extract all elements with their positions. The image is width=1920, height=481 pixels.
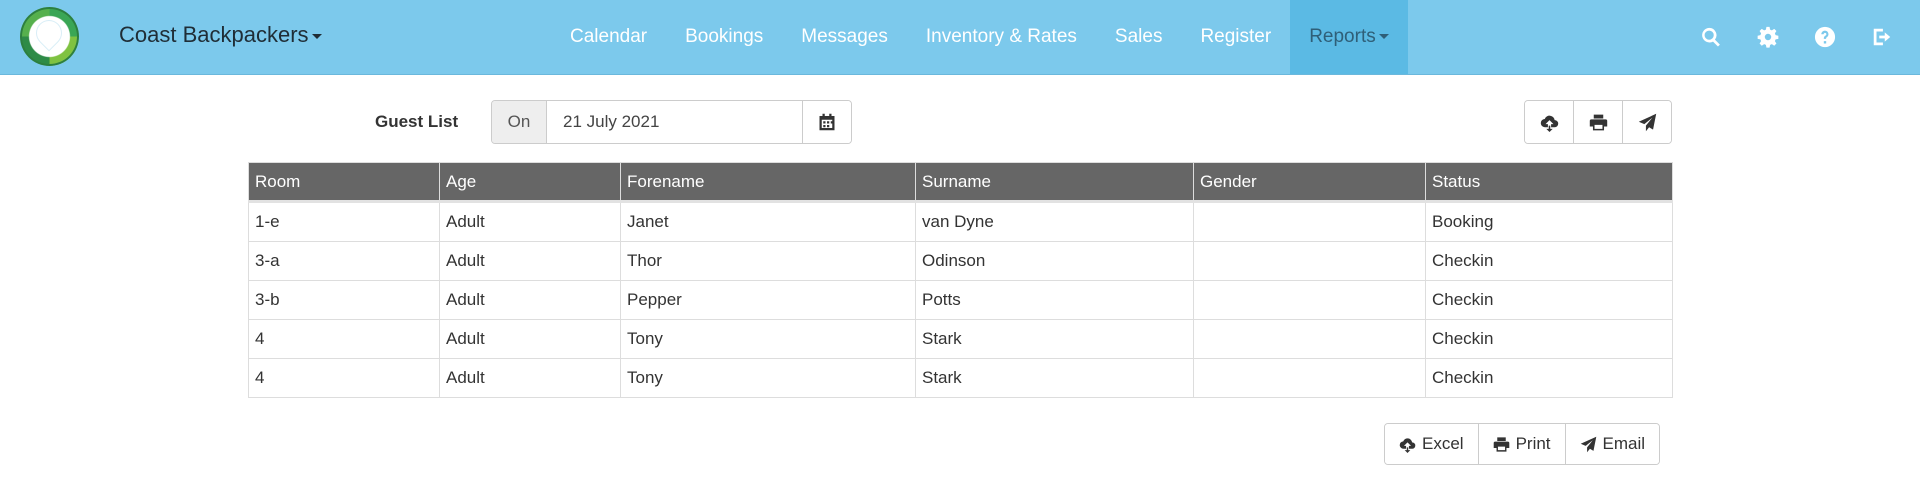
column-header-status[interactable]: Status bbox=[1425, 162, 1673, 202]
cloud-download-icon bbox=[1540, 115, 1558, 132]
cell-age: Adult bbox=[439, 319, 621, 359]
cell-forename: Pepper bbox=[620, 280, 916, 320]
cloud-download-icon bbox=[1399, 437, 1416, 453]
cell-status: Checkin bbox=[1425, 319, 1673, 359]
table-row[interactable]: 3-a Adult Thor Odinson Checkin bbox=[248, 241, 1673, 281]
quick-export-group bbox=[1524, 100, 1672, 144]
nav-reports[interactable]: Reports bbox=[1290, 0, 1408, 74]
excel-button-label: Excel bbox=[1422, 434, 1464, 453]
property-switcher[interactable]: Coast Backpackers bbox=[119, 22, 322, 48]
excel-button[interactable]: Excel bbox=[1385, 424, 1479, 464]
cell-forename: Tony bbox=[620, 319, 916, 359]
date-picker: On bbox=[491, 100, 852, 144]
logout-button[interactable] bbox=[1853, 0, 1910, 74]
print-icon bbox=[1589, 114, 1607, 130]
nav-bookings[interactable]: Bookings bbox=[666, 0, 782, 74]
nav-reports-label: Reports bbox=[1309, 26, 1376, 47]
table-header-row: Room Age Forename Surname Gender Status bbox=[248, 162, 1673, 202]
cell-surname: van Dyne bbox=[915, 200, 1194, 242]
brand-name: Coast Backpackers bbox=[119, 22, 309, 47]
report-toolbar: Guest List On bbox=[0, 100, 1920, 144]
search-icon bbox=[1701, 27, 1720, 47]
cell-age: Adult bbox=[439, 280, 621, 320]
column-header-forename[interactable]: Forename bbox=[620, 162, 916, 202]
quick-email-button[interactable] bbox=[1623, 101, 1671, 143]
cell-room: 4 bbox=[248, 319, 440, 359]
help-button[interactable] bbox=[1796, 0, 1853, 74]
guest-list-table: Room Age Forename Surname Gender Status … bbox=[248, 162, 1673, 398]
calendar-icon bbox=[819, 113, 835, 131]
cell-surname: Odinson bbox=[915, 241, 1194, 281]
cell-status: Checkin bbox=[1425, 358, 1673, 398]
cell-room: 1-e bbox=[248, 200, 440, 242]
cell-surname: Stark bbox=[915, 358, 1194, 398]
nav-calendar[interactable]: Calendar bbox=[551, 0, 666, 74]
nav-inventory-rates[interactable]: Inventory & Rates bbox=[907, 0, 1096, 74]
export-button-group: Excel Print Email bbox=[1384, 423, 1661, 465]
nav-sales[interactable]: Sales bbox=[1096, 0, 1182, 74]
cell-room: 3-b bbox=[248, 280, 440, 320]
cell-forename: Tony bbox=[620, 358, 916, 398]
nav-icon-group bbox=[1682, 0, 1910, 74]
table-row[interactable]: 4 Adult Tony Stark Checkin bbox=[248, 319, 1673, 359]
cell-status: Checkin bbox=[1425, 280, 1673, 320]
date-input[interactable] bbox=[547, 101, 802, 143]
search-button[interactable] bbox=[1682, 0, 1739, 74]
cell-gender bbox=[1193, 200, 1426, 242]
cell-surname: Stark bbox=[915, 319, 1194, 359]
cell-age: Adult bbox=[439, 200, 621, 242]
chevron-down-icon bbox=[311, 33, 322, 39]
date-on-label: On bbox=[492, 101, 547, 143]
nav-messages[interactable]: Messages bbox=[782, 0, 907, 74]
send-icon bbox=[1638, 113, 1656, 131]
print-button[interactable]: Print bbox=[1478, 424, 1566, 464]
table-row[interactable]: 1-e Adult Janet van Dyne Booking bbox=[248, 200, 1673, 242]
cell-room: 3-a bbox=[248, 241, 440, 281]
calendar-button[interactable] bbox=[802, 101, 851, 143]
print-icon bbox=[1493, 436, 1509, 452]
cell-age: Adult bbox=[439, 241, 621, 281]
cell-room: 4 bbox=[248, 358, 440, 398]
download-excel-button[interactable] bbox=[1525, 101, 1574, 143]
cell-gender bbox=[1193, 241, 1426, 281]
cell-surname: Potts bbox=[915, 280, 1194, 320]
page-title: Guest List bbox=[375, 112, 459, 131]
help-icon bbox=[1814, 26, 1835, 48]
send-icon bbox=[1580, 436, 1596, 452]
column-header-surname[interactable]: Surname bbox=[915, 162, 1194, 202]
print-button-label: Print bbox=[1515, 434, 1551, 453]
gear-icon bbox=[1757, 26, 1778, 48]
cell-forename: Janet bbox=[620, 200, 916, 242]
nav-register[interactable]: Register bbox=[1181, 0, 1290, 74]
column-header-age[interactable]: Age bbox=[439, 162, 621, 202]
top-navbar: Coast Backpackers Calendar Bookings Mess… bbox=[0, 0, 1920, 75]
email-button-label: Email bbox=[1602, 434, 1646, 453]
cell-gender bbox=[1193, 319, 1426, 359]
location-pin-icon bbox=[32, 16, 66, 50]
brand-logo[interactable] bbox=[20, 7, 79, 66]
cell-status: Booking bbox=[1425, 200, 1673, 242]
main-nav: Calendar Bookings Messages Inventory & R… bbox=[551, 0, 1408, 74]
column-header-gender[interactable]: Gender bbox=[1193, 162, 1426, 202]
table-row[interactable]: 3-b Adult Pepper Potts Checkin bbox=[248, 280, 1673, 320]
quick-print-button[interactable] bbox=[1574, 101, 1623, 143]
cell-gender bbox=[1193, 358, 1426, 398]
logout-icon bbox=[1873, 28, 1890, 46]
email-button[interactable]: Email bbox=[1565, 424, 1660, 464]
column-header-room[interactable]: Room bbox=[248, 162, 440, 202]
cell-forename: Thor bbox=[620, 241, 916, 281]
cell-status: Checkin bbox=[1425, 241, 1673, 281]
cell-age: Adult bbox=[439, 358, 621, 398]
settings-button[interactable] bbox=[1739, 0, 1796, 74]
table-row[interactable]: 4 Adult Tony Stark Checkin bbox=[248, 358, 1673, 398]
chevron-down-icon bbox=[1378, 34, 1389, 40]
cell-gender bbox=[1193, 280, 1426, 320]
